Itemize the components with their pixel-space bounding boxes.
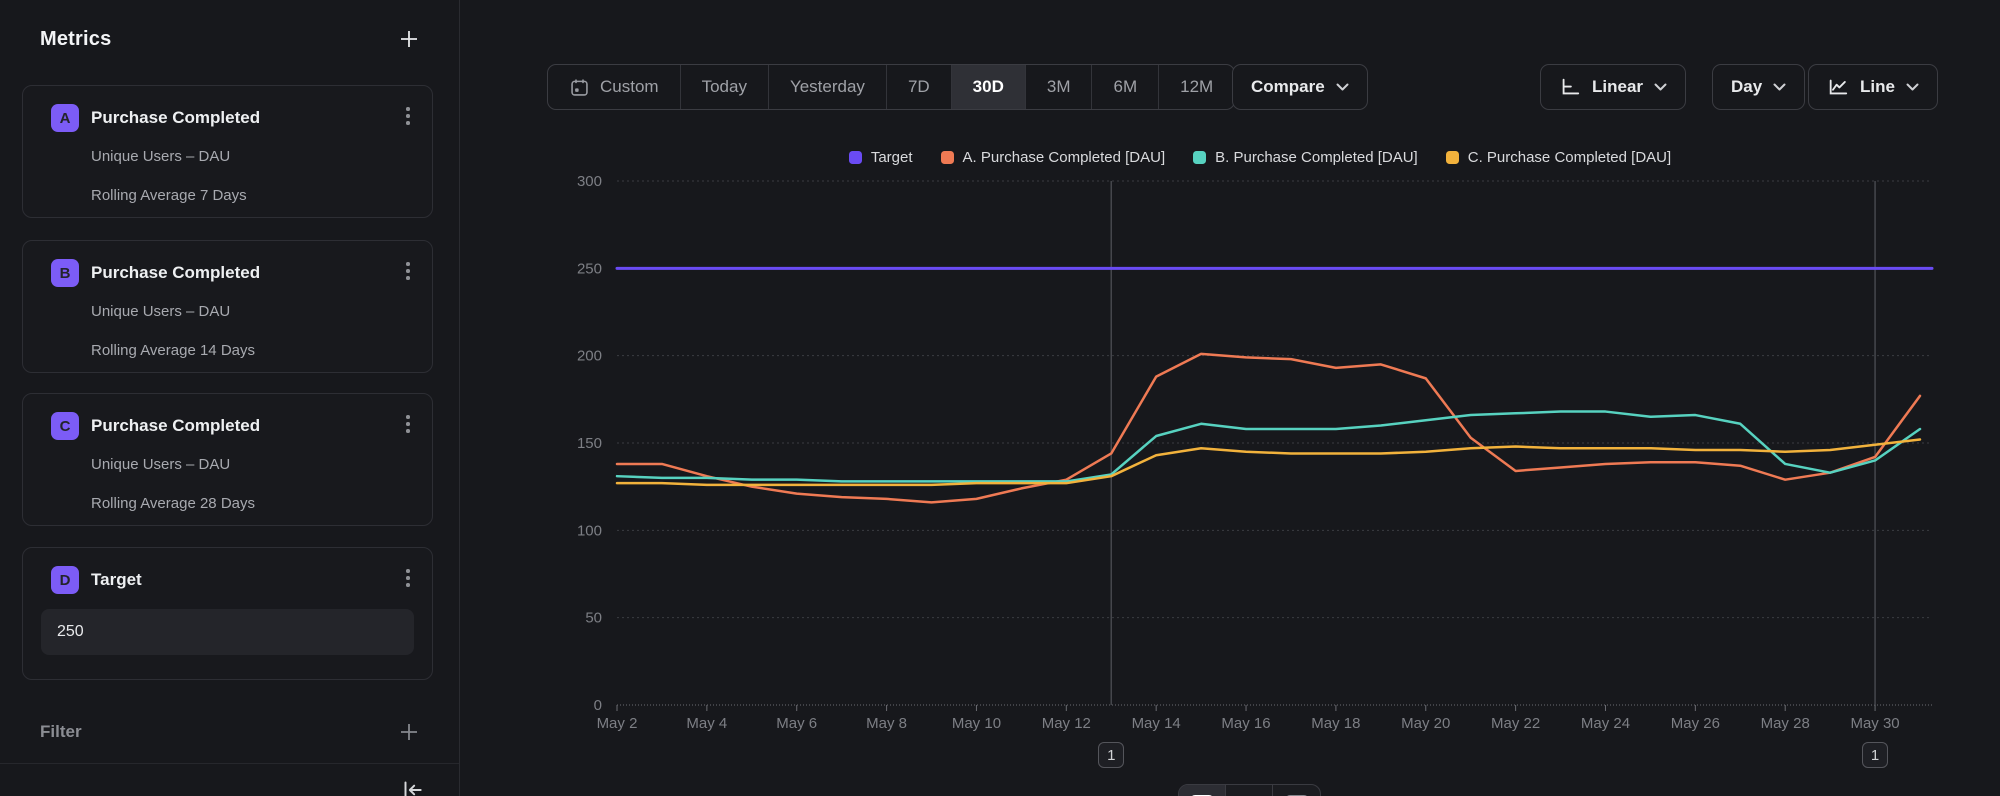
- chevron-down-icon: [1336, 83, 1349, 91]
- metric-badge-b: B: [51, 259, 79, 287]
- x-axis-label: May 24: [1581, 715, 1630, 732]
- legend-swatch: [1193, 151, 1206, 164]
- metric-menu-button[interactable]: [396, 410, 420, 438]
- metric-menu-button[interactable]: [396, 102, 420, 130]
- metric-badge-c: C: [51, 412, 79, 440]
- x-axis-label: May 4: [686, 715, 727, 732]
- x-axis-label: May 18: [1311, 715, 1360, 732]
- granularity-selector-button[interactable]: Day: [1712, 64, 1805, 110]
- axis-icon: [1559, 76, 1581, 98]
- metrics-header: Metrics: [40, 24, 423, 54]
- annotation-badge[interactable]: 1: [1098, 742, 1124, 768]
- metric-menu-button[interactable]: [396, 564, 420, 592]
- legend-item-target[interactable]: Target: [849, 149, 913, 166]
- legend-swatch: [941, 151, 954, 164]
- view-toggle-expanded[interactable]: [1179, 785, 1226, 796]
- time-range-control: Custom Today Yesterday 7D 30D 3M 6M 12M: [547, 64, 1235, 110]
- plus-icon: [397, 27, 421, 51]
- legend-item-a[interactable]: A. Purchase Completed [DAU]: [941, 149, 1166, 166]
- metric-badge-d: D: [51, 566, 79, 594]
- line-chart-icon: [1827, 76, 1849, 98]
- compare-button[interactable]: Compare: [1232, 64, 1368, 110]
- x-axis-label: May 28: [1761, 715, 1810, 732]
- x-axis-label: May 26: [1671, 715, 1720, 732]
- sidebar-divider: [0, 763, 459, 764]
- metric-measure: Unique Users – DAU: [91, 456, 230, 473]
- chart-legend: Target A. Purchase Completed [DAU] B. Pu…: [560, 147, 1960, 167]
- y-axis-label: 0: [594, 697, 602, 714]
- x-axis-label: May 16: [1221, 715, 1270, 732]
- x-axis-label: May 20: [1401, 715, 1450, 732]
- metric-transform: Rolling Average 28 Days: [91, 495, 255, 512]
- metric-measure: Unique Users – DAU: [91, 148, 230, 165]
- y-axis-label: 150: [577, 435, 602, 452]
- chart-type-selector-button[interactable]: Line: [1808, 64, 1938, 110]
- filter-header: Filter: [40, 718, 423, 746]
- target-value-input[interactable]: 250: [41, 609, 414, 655]
- metric-card-c[interactable]: C Purchase Completed Unique Users – DAU …: [22, 393, 433, 526]
- y-axis-label: 250: [577, 260, 602, 277]
- series-line: [617, 412, 1920, 482]
- time-range-custom[interactable]: Custom: [548, 65, 681, 109]
- metric-measure: Unique Users – DAU: [91, 303, 230, 320]
- x-axis-label: May 22: [1491, 715, 1540, 732]
- metric-card-a[interactable]: A Purchase Completed Unique Users – DAU …: [22, 85, 433, 218]
- chevron-down-icon: [1906, 83, 1919, 91]
- chevron-down-icon: [1773, 83, 1786, 91]
- legend-item-b[interactable]: B. Purchase Completed [DAU]: [1193, 149, 1418, 166]
- metric-title: Purchase Completed: [91, 416, 260, 436]
- collapse-sidebar-button[interactable]: [397, 775, 427, 796]
- legend-swatch: [1446, 151, 1459, 164]
- view-toggle-compact[interactable]: [1273, 785, 1320, 796]
- chevron-down-icon: [1654, 83, 1667, 91]
- x-axis-label: May 6: [776, 715, 817, 732]
- time-range-today[interactable]: Today: [681, 65, 769, 109]
- time-range-7d[interactable]: 7D: [887, 65, 952, 109]
- add-metric-button[interactable]: [395, 25, 423, 53]
- legend-item-c[interactable]: C. Purchase Completed [DAU]: [1446, 149, 1671, 166]
- metric-card-b[interactable]: B Purchase Completed Unique Users – DAU …: [22, 240, 433, 373]
- legend-swatch: [849, 151, 862, 164]
- time-range-12m[interactable]: 12M: [1159, 65, 1234, 109]
- view-toggle-split[interactable]: [1226, 785, 1273, 796]
- y-axis-label: 200: [577, 348, 602, 365]
- metric-card-target[interactable]: D Target 250: [22, 547, 433, 680]
- add-filter-button[interactable]: [395, 718, 423, 746]
- annotation-badge[interactable]: 1: [1862, 742, 1888, 768]
- metric-transform: Rolling Average 14 Days: [91, 342, 255, 359]
- x-axis-label: May 8: [866, 715, 907, 732]
- series-line: [617, 440, 1920, 485]
- metric-menu-button[interactable]: [396, 257, 420, 285]
- plus-icon: [397, 720, 421, 744]
- time-range-30d-active[interactable]: 30D: [952, 65, 1026, 109]
- metrics-sidebar: Metrics A Purchase Completed Unique User…: [0, 0, 460, 796]
- bottom-view-toggle: [1178, 784, 1321, 796]
- time-range-yesterday[interactable]: Yesterday: [769, 65, 887, 109]
- filter-title: Filter: [40, 722, 82, 742]
- x-axis-label: May 10: [952, 715, 1001, 732]
- x-axis-label: May 14: [1132, 715, 1181, 732]
- y-axis-label: 50: [585, 610, 602, 627]
- chart-canvas[interactable]: 0 50 100 150 200 250 300 May 2 May 4 May 6 May 8 Ma…: [560, 175, 1960, 775]
- x-axis-label: May 12: [1042, 715, 1091, 732]
- y-axis-label: 100: [577, 522, 602, 539]
- calendar-icon: [569, 77, 590, 98]
- metric-title: Purchase Completed: [91, 263, 260, 283]
- y-axis-label: 300: [577, 175, 602, 190]
- metric-transform: Rolling Average 7 Days: [91, 187, 247, 204]
- x-axis-label: May 2: [597, 715, 638, 732]
- time-range-label: Custom: [600, 77, 659, 97]
- metrics-title: Metrics: [40, 28, 111, 51]
- metric-title: Purchase Completed: [91, 108, 260, 128]
- metric-badge-a: A: [51, 104, 79, 132]
- time-range-3m[interactable]: 3M: [1026, 65, 1093, 109]
- collapse-left-icon: [399, 777, 425, 796]
- scale-selector-button[interactable]: Linear: [1540, 64, 1686, 110]
- x-axis-label: May 30: [1850, 715, 1899, 732]
- time-range-6m[interactable]: 6M: [1092, 65, 1159, 109]
- metric-title: Target: [91, 570, 142, 590]
